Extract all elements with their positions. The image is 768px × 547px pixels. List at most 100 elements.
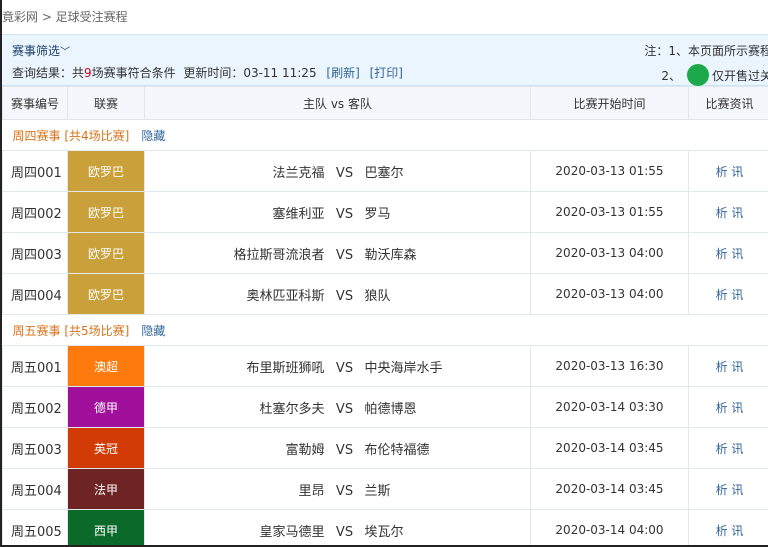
vs-label: VS bbox=[335, 206, 354, 222]
table-row: 周四002 欧罗巴 塞维利亚 VS 罗马 2020-03-13 01:55 析 讯 bbox=[2, 191, 768, 233]
league-badge[interactable]: 欧罗巴 bbox=[67, 232, 145, 274]
league-badge[interactable]: 德甲 bbox=[67, 386, 145, 428]
away-team[interactable]: 中央海岸水手 bbox=[365, 357, 525, 376]
start-time: 2020-03-14 03:30 bbox=[530, 386, 689, 428]
table-row: 周五004 法甲 里昂 VS 兰斯 2020-03-14 03:45 析 讯 bbox=[2, 468, 768, 510]
match-info-links[interactable]: 析 讯 bbox=[688, 273, 768, 315]
league-badge[interactable]: 欧罗巴 bbox=[67, 150, 145, 192]
match-info-links[interactable]: 析 讯 bbox=[688, 468, 768, 510]
header-match-info: 比赛资讯 bbox=[688, 86, 768, 120]
table-row: 周五003 英冠 富勒姆 VS 布伦特福德 2020-03-14 03:45 析 讯 bbox=[2, 427, 768, 469]
match-teams: 皇家马德里 VS 埃瓦尔 bbox=[144, 509, 531, 545]
home-team[interactable]: 杜塞尔多夫 bbox=[151, 398, 324, 417]
vs-label: VS bbox=[335, 483, 354, 499]
match-number: 周五003 bbox=[2, 427, 68, 469]
header-teams: 主队 vs 客队 bbox=[144, 86, 531, 120]
group-title: 周四赛事 [共4场比赛] bbox=[12, 128, 130, 143]
update-time: 更新时间：03-11 11:25 bbox=[183, 66, 317, 80]
print-link[interactable]: [打印] bbox=[370, 66, 403, 80]
match-info-links[interactable]: 析 讯 bbox=[688, 386, 768, 428]
league-badge[interactable]: 澳超 bbox=[67, 345, 145, 387]
header-league: 联赛 bbox=[67, 86, 145, 120]
league-badge[interactable]: 欧罗巴 bbox=[67, 273, 145, 315]
schedule-body: 周四赛事 [共4场比赛] 隐藏 周四001 欧罗巴 法兰克福 VS 巴塞尔 2020-03-1… bbox=[2, 119, 768, 545]
match-number: 周五005 bbox=[2, 509, 68, 545]
match-teams: 富勒姆 VS 布伦特福德 bbox=[144, 427, 531, 469]
home-team[interactable]: 布里斯班狮吼 bbox=[151, 357, 324, 376]
group-title: 周五赛事 [共5场比赛] bbox=[12, 323, 130, 338]
note-2: 2、 仅开售过关 bbox=[661, 64, 768, 86]
home-team[interactable]: 奥林匹亚科斯 bbox=[151, 285, 324, 304]
away-team[interactable]: 兰斯 bbox=[365, 480, 525, 499]
table-header-row: 赛事编号 联赛 主队 vs 客队 比赛开始时间 比赛资讯 bbox=[2, 86, 768, 120]
home-team[interactable]: 格拉斯哥流浪者 bbox=[151, 244, 324, 263]
match-info-links[interactable]: 析 讯 bbox=[688, 191, 768, 233]
start-time: 2020-03-14 04:00 bbox=[530, 509, 689, 545]
start-time: 2020-03-14 03:45 bbox=[530, 427, 689, 469]
match-info-links[interactable]: 析 讯 bbox=[688, 509, 768, 545]
group-header-row: 周四赛事 [共4场比赛] 隐藏 bbox=[2, 119, 768, 151]
start-time: 2020-03-13 01:55 bbox=[530, 150, 689, 192]
home-team[interactable]: 里昂 bbox=[151, 480, 324, 499]
refresh-link[interactable]: [刷新] bbox=[326, 66, 359, 80]
green-dot-icon bbox=[686, 64, 709, 86]
chevron-down-icon: ﹀ bbox=[60, 47, 71, 58]
away-team[interactable]: 狼队 bbox=[365, 285, 525, 304]
match-info-links[interactable]: 析 讯 bbox=[688, 345, 768, 387]
match-teams: 奥林匹亚科斯 VS 狼队 bbox=[144, 273, 531, 315]
table-row: 周五002 德甲 杜塞尔多夫 VS 帕德博恩 2020-03-14 03:30 析 讯 bbox=[2, 386, 768, 428]
result-prefix: 查询结果：共 bbox=[12, 66, 85, 80]
match-info-links[interactable]: 析 讯 bbox=[688, 427, 768, 469]
table-row: 周四001 欧罗巴 法兰克福 VS 巴塞尔 2020-03-13 01:55 析 讯 bbox=[2, 150, 768, 192]
hide-group-link[interactable]: 隐藏 bbox=[141, 129, 165, 143]
group-header-row: 周五赛事 [共5场比赛] 隐藏 bbox=[2, 314, 768, 346]
away-team[interactable]: 帕德博恩 bbox=[365, 398, 525, 417]
away-team[interactable]: 埃瓦尔 bbox=[365, 521, 525, 540]
away-team[interactable]: 巴塞尔 bbox=[365, 162, 525, 181]
home-team[interactable]: 皇家马德里 bbox=[151, 521, 324, 540]
home-team[interactable]: 法兰克福 bbox=[151, 162, 324, 181]
start-time: 2020-03-13 16:30 bbox=[530, 345, 689, 387]
match-number: 周四004 bbox=[2, 273, 68, 315]
vs-label: VS bbox=[335, 165, 354, 181]
header-start-time: 比赛开始时间 bbox=[530, 86, 689, 120]
match-number: 周五004 bbox=[2, 468, 68, 510]
page-frame: 竟彩网 > 足球受注赛程 赛事筛选﹀ 查询结果：共9场赛事符合条件 更新时间：0… bbox=[0, 0, 768, 547]
away-team[interactable]: 罗马 bbox=[365, 203, 525, 222]
table-row: 周五005 西甲 皇家马德里 VS 埃瓦尔 2020-03-14 04:00 析 讯 bbox=[2, 509, 768, 545]
away-team[interactable]: 勒沃库森 bbox=[365, 244, 525, 263]
league-badge[interactable]: 西甲 bbox=[67, 509, 145, 545]
start-time: 2020-03-13 04:00 bbox=[530, 273, 689, 315]
table-row: 周五001 澳超 布里斯班狮吼 VS 中央海岸水手 2020-03-13 16:30 析 讯 bbox=[2, 345, 768, 387]
match-info-links[interactable]: 析 讯 bbox=[688, 232, 768, 274]
query-result: 查询结果：共9场赛事符合条件 更新时间：03-11 11:25 [刷新] [打印… bbox=[12, 64, 403, 81]
match-number: 周四002 bbox=[2, 191, 68, 233]
header-match-number: 赛事编号 bbox=[2, 86, 68, 120]
result-count: 9 bbox=[84, 66, 92, 80]
match-info-links[interactable]: 析 讯 bbox=[688, 150, 768, 192]
breadcrumb: 竟彩网 > 足球受注赛程 bbox=[2, 0, 768, 34]
home-team[interactable]: 塞维利亚 bbox=[151, 203, 324, 222]
table-row: 周四004 欧罗巴 奥林匹亚科斯 VS 狼队 2020-03-13 04:00 析 讯 bbox=[2, 273, 768, 315]
group-header: 周四赛事 [共4场比赛] 隐藏 bbox=[2, 119, 768, 151]
note-1: 注：1、本页面所示赛程 bbox=[644, 44, 768, 58]
league-badge[interactable]: 欧罗巴 bbox=[67, 191, 145, 233]
league-badge[interactable]: 法甲 bbox=[67, 468, 145, 510]
match-number: 周五001 bbox=[2, 345, 68, 387]
match-number: 周四001 bbox=[2, 150, 68, 192]
away-team[interactable]: 布伦特福德 bbox=[365, 439, 525, 458]
vs-label: VS bbox=[335, 442, 354, 458]
result-suffix: 场赛事符合条件 bbox=[91, 66, 176, 80]
vs-label: VS bbox=[335, 524, 354, 540]
match-teams: 格拉斯哥流浪者 VS 勒沃库森 bbox=[144, 232, 531, 274]
group-header: 周五赛事 [共5场比赛] 隐藏 bbox=[2, 314, 768, 346]
vs-label: VS bbox=[335, 401, 354, 417]
home-team[interactable]: 富勒姆 bbox=[151, 439, 324, 458]
match-teams: 塞维利亚 VS 罗马 bbox=[144, 191, 531, 233]
league-badge[interactable]: 英冠 bbox=[67, 427, 145, 469]
match-number: 周五002 bbox=[2, 386, 68, 428]
filter-toggle[interactable]: 赛事筛选﹀ bbox=[12, 42, 70, 59]
match-teams: 里昂 VS 兰斯 bbox=[144, 468, 531, 510]
note-2-suffix: 仅开售过关 bbox=[711, 68, 768, 83]
hide-group-link[interactable]: 隐藏 bbox=[141, 324, 165, 338]
